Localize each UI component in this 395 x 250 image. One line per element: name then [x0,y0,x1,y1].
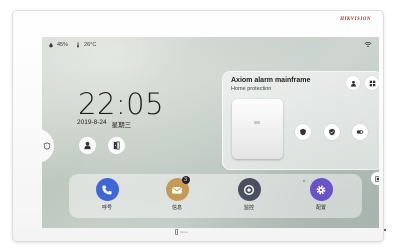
quick-door-button[interactable] [108,137,125,154]
message-button[interactable]: 3 [165,176,190,201]
dock-label-settings: 配置 [315,205,326,211]
thermometer-icon [77,42,79,48]
alarm-panel-image [232,99,283,159]
phone-icon [102,184,112,195]
dock-label-call: 呼号 [101,205,112,211]
home-button[interactable]: home [175,229,188,235]
alarm-title: Axiom alarm mainframe [231,77,311,84]
call-button[interactable] [95,178,119,201]
grid-icon [369,80,375,86]
monitor-button[interactable] [237,178,261,201]
clock-time: 22:05 [78,87,165,121]
shield-user-icon [84,141,91,150]
camera-icon [243,184,255,195]
intercom-device: HIKVISION 45% 26°C 22:05 2019-8-24 星期三 A… [12,10,384,242]
disarm-button[interactable] [352,124,368,140]
shield-check-icon [329,128,335,136]
weekday-value: 星期三 [111,122,132,129]
arm-stay-button[interactable] [324,124,340,140]
side-drawer-handle[interactable] [42,129,54,163]
dock-item-monitor[interactable]: 监控 [229,178,269,211]
wifi-icon [364,41,372,48]
touch-screen: 45% 26°C 22:05 2019-8-24 星期三 Axiom alarm… [42,37,379,228]
alarm-expand-button[interactable] [371,172,379,185]
temperature-value: 26°C [84,42,97,48]
dock-item-settings[interactable]: 配置 [301,178,341,211]
dock-label-message: 信息 [171,205,182,211]
alarm-user-button[interactable] [346,76,360,90]
user-icon [350,80,356,87]
status-bar: 45% 26°C [48,42,96,48]
alarm-grid-button[interactable] [365,76,379,90]
envelope-icon [172,186,182,194]
message-count-badge: 3 [181,176,190,184]
door-icon [113,141,120,150]
quick-security-button[interactable] [79,137,96,154]
settings-button[interactable] [309,178,333,201]
dock-label-monitor: 监控 [243,205,254,211]
dock-item-message[interactable]: 3 信息 [157,176,197,211]
gear-icon [316,185,326,194]
humidity-value: 45% [57,42,69,48]
home-key-icon [175,229,178,235]
home-button-label: home [180,230,188,234]
toggle-icon [356,130,364,134]
clock-date: 2019-8-24 星期三 [77,119,131,129]
expand-icon [374,175,379,182]
arm-away-button[interactable] [295,124,311,140]
dock-item-call[interactable]: 呼号 [87,178,127,211]
shield-icon [300,128,306,136]
panel-indicator [254,121,260,124]
date-value: 2019-8-24 [77,119,107,126]
light-sensor [384,229,386,231]
brand-logo: HIKVISION [340,17,371,22]
shield-outline-icon [43,142,51,150]
alarm-card[interactable]: Axiom alarm mainframe Home protection [222,71,379,185]
humidity-drop-icon [49,42,53,48]
app-dock: 呼号 3 信息 监控 配置 [69,174,362,218]
alarm-subtitle: Home protection [231,86,272,92]
